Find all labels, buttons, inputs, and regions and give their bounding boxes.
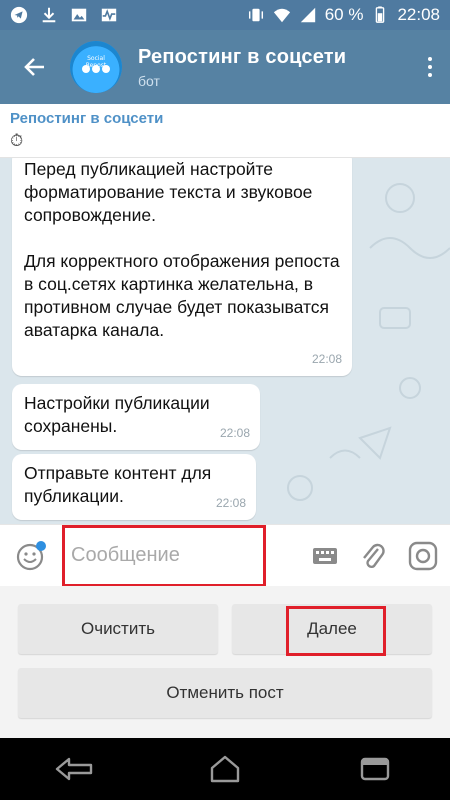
paperclip-icon[interactable]	[360, 541, 386, 571]
bot-keyboard: Очистить Далее Отменить пост	[0, 586, 450, 738]
telegram-icon	[10, 6, 28, 24]
nav-recents-button[interactable]	[345, 749, 405, 789]
camera-icon[interactable]	[408, 541, 438, 571]
nav-back-icon	[55, 757, 93, 781]
message-time: 22:08	[215, 496, 246, 510]
emoji-icon	[16, 540, 46, 570]
pinned-title: Репостинг в соцсети	[10, 110, 164, 127]
message-bubble: Настройки публикации сохранены. 22:08	[12, 384, 260, 450]
message-time: 22:08	[219, 426, 250, 440]
chat-title-block[interactable]: Репостинг в соцсети бот	[138, 46, 346, 89]
image-icon	[71, 8, 87, 22]
chat-subtitle: бот	[138, 72, 160, 89]
wifi-icon	[273, 8, 290, 23]
clock: 22:08	[397, 5, 440, 24]
battery-percent: 60 %	[324, 5, 364, 24]
nav-home-button[interactable]	[195, 749, 255, 789]
clear-button[interactable]: Очистить	[18, 604, 218, 654]
keyboard-icon[interactable]	[312, 546, 338, 566]
status-bar: 60 % 22:08	[0, 0, 450, 30]
nav-home-icon	[210, 755, 240, 783]
more-dots-icon	[428, 57, 432, 61]
message-text: Перед публикацией настройте форматирован…	[24, 159, 340, 340]
battery-icon	[376, 6, 385, 23]
nav-back-button[interactable]	[45, 749, 105, 789]
message-input[interactable]: Сообщение	[62, 524, 266, 587]
avatar-dots	[82, 65, 110, 73]
arrow-left-icon	[24, 58, 44, 76]
message-text: Отправьте контент для публикации.	[24, 463, 212, 506]
download-icon	[42, 7, 56, 23]
avatar[interactable]: Social Repost	[70, 41, 122, 93]
activity-icon	[101, 8, 117, 22]
vibrate-icon	[248, 8, 263, 22]
message-bubble: Перед публикацией настройте форматирован…	[12, 158, 352, 376]
system-nav-bar	[0, 738, 450, 800]
nav-recents-icon	[360, 757, 390, 781]
pinned-message[interactable]: Репостинг в соцсети ⏱	[0, 104, 450, 158]
chat-area[interactable]: Перед публикацией настройте форматирован…	[0, 158, 450, 524]
back-button[interactable]	[0, 30, 70, 104]
chat-title: Репостинг в соцсети	[138, 45, 347, 68]
emoji-button[interactable]	[0, 540, 62, 572]
chat-header: Social Repost Репостинг в соцсети бот	[0, 30, 450, 104]
more-menu-button[interactable]	[410, 57, 450, 77]
stopwatch-icon: ⏱	[10, 131, 24, 150]
message-text: Настройки публикации сохранены.	[24, 393, 210, 436]
cancel-post-button[interactable]: Отменить пост	[18, 668, 432, 718]
message-time: 22:08	[311, 352, 342, 366]
message-composer: Сообщение	[0, 524, 450, 587]
next-button-highlight	[286, 606, 386, 656]
message-bubble: Отправьте контент для публикации. 22:08	[12, 454, 256, 520]
signal-icon	[300, 7, 315, 23]
